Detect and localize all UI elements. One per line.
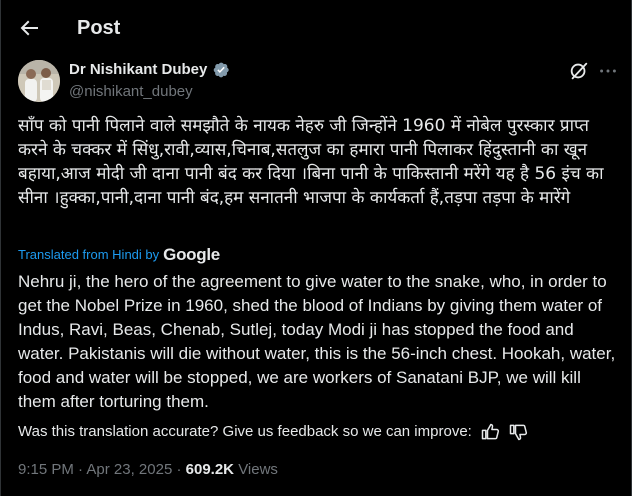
post-original-text: साँप को पानी पिलाने वाले समझौते के नायक … (18, 116, 604, 208)
avatar[interactable] (18, 60, 60, 102)
meta-separator: · (78, 461, 84, 478)
views-count: 609.2K (185, 461, 235, 478)
author-row: Dr Nishikant Dubey (69, 60, 230, 80)
verified-badge-icon (214, 62, 230, 78)
thumbs-up-icon[interactable] (480, 422, 500, 442)
post-page: Post Dr Nishikant Dubey @nishikant_dubey… (0, 0, 632, 496)
views-label: Views (238, 461, 278, 478)
post-date[interactable]: Apr 23, 2025 (86, 461, 172, 478)
post-translation-text: Nehru ji, the hero of the agreement to g… (18, 272, 616, 411)
arrow-left-icon[interactable] (17, 16, 41, 40)
page-title: Post (77, 17, 121, 39)
translation-attribution: Translated from Hindi by Google (18, 246, 220, 264)
more-horizontal-icon[interactable] (597, 60, 619, 82)
page-header: Post (1, 0, 631, 56)
author-name[interactable]: Dr Nishikant Dubey (69, 60, 207, 80)
translated-from-link[interactable]: Translated from Hindi by (18, 246, 159, 264)
translation-feedback: Was this translation accurate? Give us f… (18, 422, 528, 442)
post-time[interactable]: 9:15 PM (18, 461, 74, 478)
google-logo: Google (163, 245, 220, 264)
author-handle[interactable]: @nishikant_dubey (69, 82, 193, 102)
post-meta: 9:15 PM · Apr 23, 2025 · 609.2K Views (18, 460, 278, 480)
thumbs-down-icon[interactable] (508, 422, 528, 442)
feedback-prompt: Was this translation accurate? Give us f… (18, 423, 472, 440)
grok-icon[interactable] (568, 60, 590, 82)
avatar-image (18, 60, 60, 102)
meta-separator: · (176, 461, 182, 478)
